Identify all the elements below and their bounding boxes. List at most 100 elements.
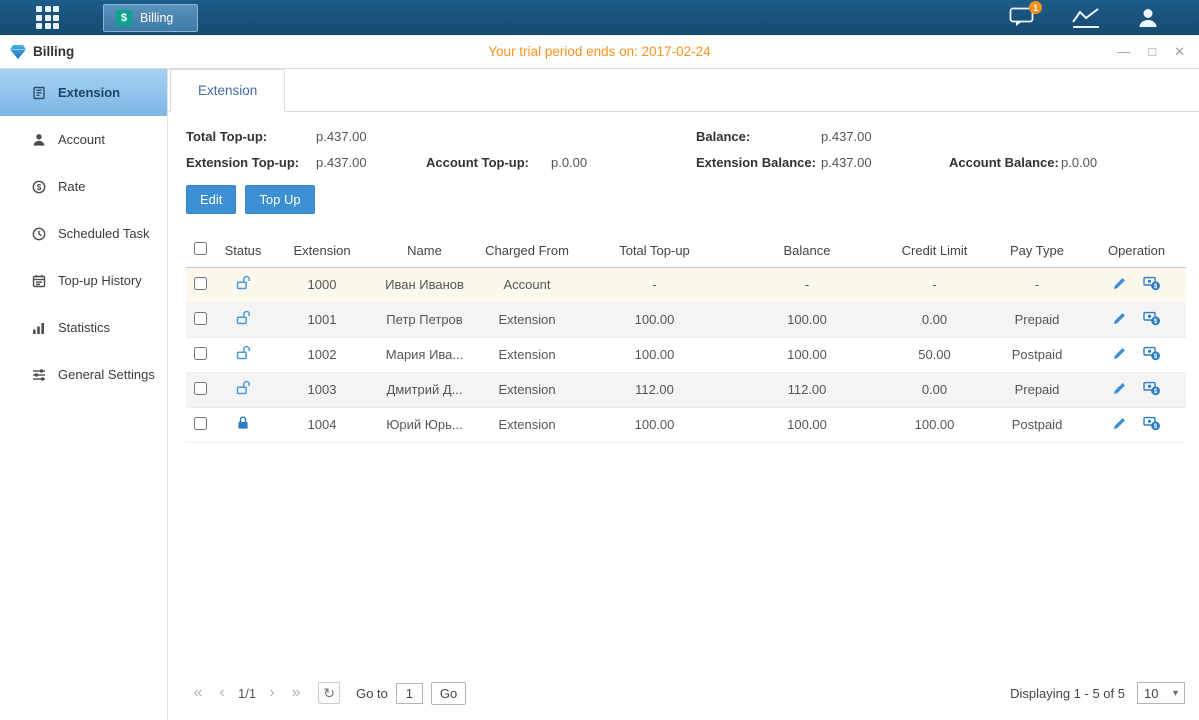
page-size-select[interactable]: 10 ▾ [1137, 682, 1185, 704]
sidebar-item-label: Scheduled Task [58, 226, 150, 241]
last-page-icon[interactable]: » [284, 684, 308, 702]
sidebar-item-topup-history[interactable]: Top-up History [0, 257, 167, 304]
cell-name: Дмитрий Д... [372, 372, 477, 407]
col-pay-type: Pay Type [987, 234, 1087, 267]
billing-gem-icon [10, 45, 26, 59]
account-balance-value: p.0.00 [1061, 155, 1185, 170]
topup-money-icon[interactable]: $ [1143, 345, 1161, 361]
lock-status-icon[interactable] [235, 380, 251, 396]
cell-charged-from: Account [477, 267, 577, 302]
sidebar-item-account[interactable]: Account [0, 116, 167, 163]
extension-balance-value: p.437.00 [821, 155, 949, 170]
edit-icon[interactable] [1112, 311, 1127, 326]
extension-topup-value: p.437.00 [316, 155, 426, 170]
window-titlebar: Billing Your trial period ends on: 2017-… [0, 35, 1199, 69]
close-icon[interactable]: ✕ [1174, 45, 1185, 58]
sidebar: Extension Account $ Rate [0, 69, 168, 720]
edit-icon[interactable] [1112, 276, 1127, 291]
trial-notice: Your trial period ends on: 2017-02-24 [0, 44, 1199, 59]
cell-extension: 1002 [272, 337, 372, 372]
cell-name: Петр Петров [372, 302, 477, 337]
cell-total-topup: 100.00 [577, 302, 732, 337]
cell-credit-limit: 0.00 [882, 372, 987, 407]
refresh-icon[interactable]: ↻ [318, 682, 340, 704]
minimize-icon[interactable]: — [1117, 45, 1130, 58]
history-icon [30, 273, 47, 289]
lock-status-icon[interactable] [235, 275, 251, 291]
topup-money-icon[interactable]: $ [1143, 275, 1161, 291]
svg-text:$: $ [36, 182, 41, 191]
topup-money-icon[interactable]: $ [1143, 415, 1161, 431]
cell-balance: 112.00 [732, 372, 882, 407]
col-balance: Balance [732, 234, 882, 267]
edit-icon[interactable] [1112, 381, 1127, 396]
cell-credit-limit: - [882, 267, 987, 302]
maximize-icon[interactable]: □ [1148, 45, 1156, 58]
total-topup-label: Total Top-up: [186, 129, 316, 144]
chevron-down-icon: ▾ [1173, 688, 1178, 699]
row-checkbox[interactable] [194, 417, 207, 430]
sidebar-item-label: Extension [58, 85, 120, 100]
cell-name: Юрий Юрь... [372, 407, 477, 442]
cell-total-topup: 100.00 [577, 407, 732, 442]
edit-icon[interactable] [1112, 416, 1127, 431]
lock-status-icon[interactable] [235, 345, 251, 361]
goto-page-input[interactable] [396, 683, 423, 704]
billing-app-window: $ Billing 1 [0, 0, 1199, 720]
sidebar-item-general-settings[interactable]: General Settings [0, 351, 167, 398]
topbar-billing-tab[interactable]: $ Billing [103, 4, 198, 32]
extension-topup-label: Extension Top-up: [186, 155, 316, 170]
table-row: 1000 Иван Иванов Account - - - - $ [186, 267, 1186, 302]
chat-icon[interactable]: 1 [1009, 7, 1035, 28]
go-button[interactable]: Go [431, 682, 466, 705]
system-topbar: $ Billing 1 [0, 0, 1199, 35]
cell-balance: 100.00 [732, 302, 882, 337]
topup-money-icon[interactable]: $ [1143, 310, 1161, 326]
sidebar-item-label: Top-up History [58, 273, 142, 288]
statistics-icon [30, 320, 47, 336]
sidebar-item-scheduled-task[interactable]: Scheduled Task [0, 210, 167, 257]
summary-panel: Total Top-up: p.437.00 Balance: p.437.00… [168, 112, 1199, 170]
cell-pay-type: - [987, 267, 1087, 302]
edit-button[interactable]: Edit [186, 185, 236, 214]
reports-chart-icon[interactable] [1071, 7, 1101, 29]
sidebar-item-rate[interactable]: $ Rate [0, 163, 167, 210]
sidebar-item-statistics[interactable]: Statistics [0, 304, 167, 351]
goto-label: Go to [356, 686, 388, 701]
first-page-icon[interactable]: « [186, 684, 210, 702]
cell-extension: 1000 [272, 267, 372, 302]
next-page-icon[interactable]: › [260, 684, 284, 702]
cell-total-topup: - [577, 267, 732, 302]
rate-icon: $ [30, 179, 47, 195]
apps-grid-icon[interactable] [36, 6, 59, 29]
edit-icon[interactable] [1112, 346, 1127, 361]
select-all-checkbox[interactable] [194, 242, 207, 255]
topup-money-icon[interactable]: $ [1143, 380, 1161, 396]
lock-status-icon[interactable] [235, 310, 251, 326]
cell-pay-type: Prepaid [987, 302, 1087, 337]
col-operation: Operation [1087, 234, 1186, 267]
displaying-text: Displaying 1 - 5 of 5 [1010, 686, 1125, 701]
cell-name: Мария Ива... [372, 337, 477, 372]
tab-extension[interactable]: Extension [170, 69, 285, 112]
cell-credit-limit: 0.00 [882, 302, 987, 337]
row-checkbox[interactable] [194, 347, 207, 360]
table-row: 1003 Дмитрий Д... Extension 112.00 112.0… [186, 372, 1186, 407]
cell-charged-from: Extension [477, 302, 577, 337]
row-checkbox[interactable] [194, 382, 207, 395]
user-account-icon[interactable] [1137, 7, 1159, 28]
table-row: 1002 Мария Ива... Extension 100.00 100.0… [186, 337, 1186, 372]
prev-page-icon[interactable]: ‹ [210, 684, 234, 702]
clock-icon [30, 226, 47, 242]
col-total-topup: Total Top-up [577, 234, 732, 267]
account-topup-label: Account Top-up: [426, 155, 551, 170]
sidebar-item-extension[interactable]: Extension [0, 69, 167, 116]
row-checkbox[interactable] [194, 277, 207, 290]
top-up-button[interactable]: Top Up [245, 185, 314, 214]
cell-balance: - [732, 267, 882, 302]
row-checkbox[interactable] [194, 312, 207, 325]
col-charged-from: Charged From [477, 234, 577, 267]
cell-total-topup: 100.00 [577, 337, 732, 372]
table-header-row: Status Extension Name Charged From Total… [186, 234, 1186, 267]
lock-status-icon[interactable] [235, 415, 251, 431]
